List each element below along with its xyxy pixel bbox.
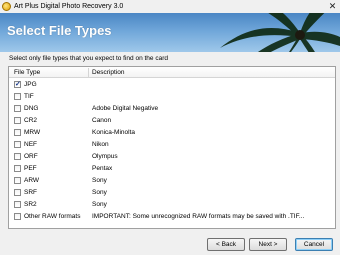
- list-item[interactable]: ARW Sony: [9, 175, 335, 187]
- file-type-description: Olympus: [92, 153, 118, 160]
- column-header-description[interactable]: Description: [92, 69, 125, 76]
- close-icon[interactable]: ✕: [328, 2, 337, 11]
- list-item[interactable]: ✓ JPG: [9, 79, 335, 91]
- list-header: File Type Description: [9, 67, 335, 78]
- instruction-text: Select only file types that you expect t…: [9, 55, 168, 62]
- file-type-label: TIF: [24, 93, 34, 100]
- file-type-description: Nikon: [92, 141, 109, 148]
- file-type-label: SRF: [24, 189, 37, 196]
- list-item[interactable]: Other RAW formats IMPORTANT: Some unreco…: [9, 211, 335, 223]
- checkbox[interactable]: [14, 141, 21, 148]
- checkbox[interactable]: [14, 177, 21, 184]
- checkbox[interactable]: ✓: [14, 81, 21, 88]
- file-type-label: MRW: [24, 129, 41, 136]
- app-smiley-icon: [2, 2, 11, 11]
- checkbox[interactable]: [14, 129, 21, 136]
- file-type-description: Konica-Minolta: [92, 129, 135, 136]
- file-type-description: Adobe Digital Negative: [92, 105, 159, 112]
- button-bar: < Back Next > Cancel: [0, 234, 340, 255]
- file-type-label: CR2: [24, 117, 38, 124]
- file-type-description: Pentax: [92, 165, 113, 172]
- checkbox[interactable]: [14, 165, 21, 172]
- file-type-label: Other RAW formats: [24, 213, 81, 220]
- list-item[interactable]: NEF Nikon: [9, 139, 335, 151]
- list-item[interactable]: ORF Olympus: [9, 151, 335, 163]
- checkbox[interactable]: [14, 201, 21, 208]
- next-button[interactable]: Next >: [249, 238, 287, 251]
- file-type-label: PEF: [24, 165, 37, 172]
- file-type-list[interactable]: File Type Description ✓ JPG TIF DNG Adob…: [8, 66, 336, 229]
- back-button[interactable]: < Back: [207, 238, 245, 251]
- list-item[interactable]: SR2 Sony: [9, 199, 335, 211]
- column-divider[interactable]: [88, 68, 89, 77]
- file-type-label: JPG: [24, 81, 37, 88]
- checkbox[interactable]: [14, 189, 21, 196]
- list-item[interactable]: MRW Konica-Minolta: [9, 127, 335, 139]
- list-item[interactable]: SRF Sony: [9, 187, 335, 199]
- file-type-label: ARW: [24, 177, 40, 184]
- window-title: Art Plus Digital Photo Recovery 3.0: [14, 3, 124, 10]
- cancel-button[interactable]: Cancel: [295, 238, 333, 251]
- page-title: Select File Types: [7, 23, 112, 38]
- file-type-description: Canon: [92, 117, 112, 124]
- checkbox[interactable]: [14, 117, 21, 124]
- file-type-label: SR2: [24, 201, 37, 208]
- file-type-label: ORF: [24, 153, 38, 160]
- file-type-description: Sony: [92, 201, 107, 208]
- recovery-wizard-window: Art Plus Digital Photo Recovery 3.0 ✕ Se…: [0, 0, 340, 255]
- list-item[interactable]: CR2 Canon: [9, 115, 335, 127]
- file-type-description: IMPORTANT: Some unrecognized RAW formats…: [92, 213, 305, 220]
- checkbox[interactable]: [14, 153, 21, 160]
- title-bar[interactable]: Art Plus Digital Photo Recovery 3.0 ✕: [0, 0, 340, 13]
- list-item[interactable]: DNG Adobe Digital Negative: [9, 103, 335, 115]
- checkbox[interactable]: [14, 213, 21, 220]
- column-header-file-type[interactable]: File Type: [14, 69, 40, 76]
- list-item[interactable]: PEF Pentax: [9, 163, 335, 175]
- list-item[interactable]: TIF: [9, 91, 335, 103]
- file-type-description: Sony: [92, 189, 107, 196]
- palm-tree-image: [220, 13, 340, 52]
- file-type-description: Sony: [92, 177, 107, 184]
- checkbox[interactable]: [14, 93, 21, 100]
- header-banner: Select File Types: [0, 13, 340, 52]
- file-type-label: NEF: [24, 141, 37, 148]
- checkbox[interactable]: [14, 105, 21, 112]
- file-type-label: DNG: [24, 105, 39, 112]
